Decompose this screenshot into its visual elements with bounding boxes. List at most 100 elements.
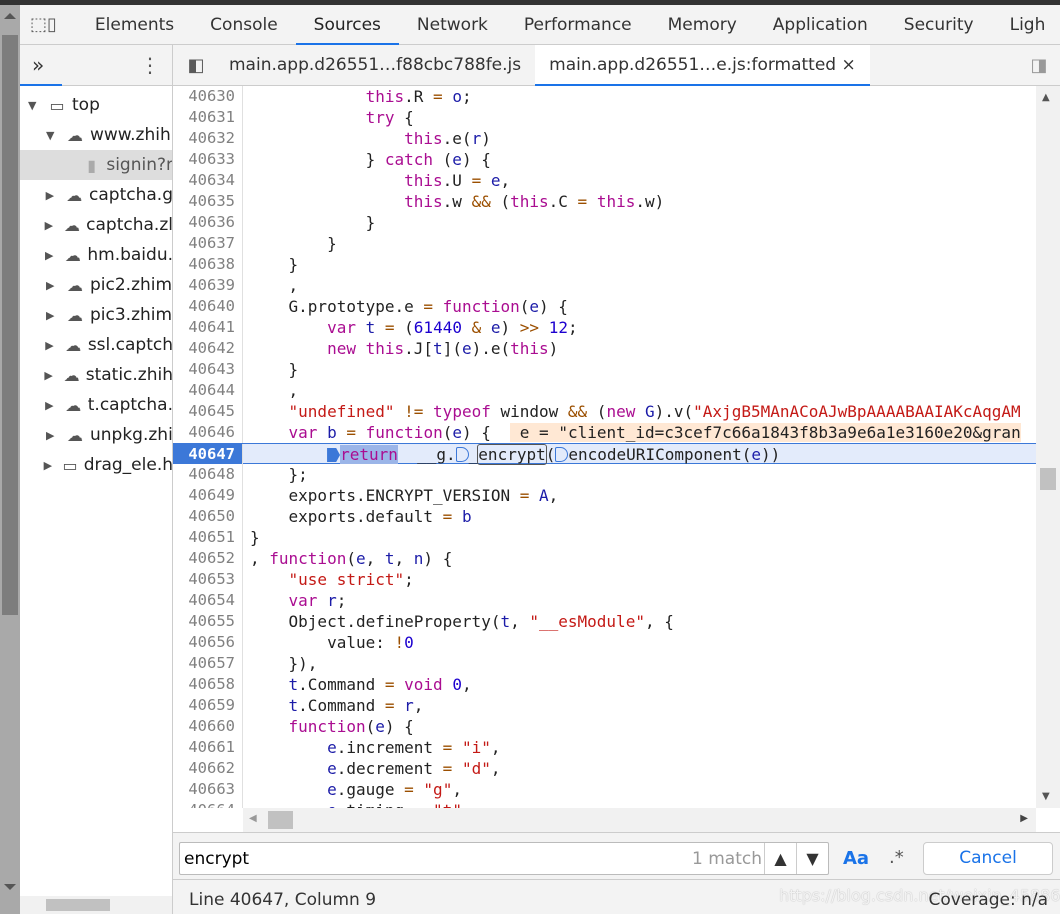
coverage-status[interactable]: Coverage: n/a bbox=[929, 890, 1049, 910]
line-number[interactable]: 40647 bbox=[173, 444, 243, 465]
line-number[interactable]: 40639 bbox=[173, 275, 243, 296]
tree-item[interactable]: ▮ signin?r bbox=[20, 150, 172, 180]
line-number[interactable]: 40640 bbox=[173, 296, 243, 317]
tree-item[interactable]: ▶ ▭ drag_ele.h bbox=[20, 450, 172, 480]
expand-arrow-icon[interactable]: ▶ bbox=[45, 219, 58, 232]
inline-breakpoint-icon[interactable] bbox=[455, 447, 469, 462]
tree-item[interactable]: ▶ ☁ pic3.zhim bbox=[20, 300, 172, 330]
line-number[interactable]: 40662 bbox=[173, 758, 243, 779]
scroll-down-icon[interactable] bbox=[4, 884, 16, 890]
line-number[interactable]: 40655 bbox=[173, 611, 243, 632]
tree-item[interactable]: ▶ ☁ t.captcha. bbox=[20, 390, 172, 420]
scroll-up-icon[interactable] bbox=[4, 13, 16, 19]
line-number[interactable]: 40631 bbox=[173, 107, 243, 128]
tab-performance[interactable]: Performance bbox=[506, 5, 650, 45]
tree-item[interactable]: ▶ ☁ hm.baidu. bbox=[20, 240, 172, 270]
tree-item[interactable]: ▶ ☁ captcha.zl bbox=[20, 210, 172, 240]
expand-arrow-icon[interactable]: ▶ bbox=[46, 429, 60, 442]
line-number[interactable]: 40652 bbox=[173, 548, 243, 569]
breakpoint-marker-icon[interactable] bbox=[327, 448, 341, 462]
expand-arrow-icon[interactable]: ▶ bbox=[46, 279, 60, 292]
tree-item[interactable]: ▶ ☁ pic2.zhim bbox=[20, 270, 172, 300]
line-number[interactable]: 40638 bbox=[173, 254, 243, 275]
tab-ligh[interactable]: Ligh bbox=[992, 5, 1060, 45]
expand-arrow-icon[interactable]: ▶ bbox=[44, 459, 57, 472]
line-number[interactable]: 40644 bbox=[173, 380, 243, 401]
scrollbar-thumb[interactable] bbox=[46, 899, 110, 911]
line-number[interactable]: 40646 bbox=[173, 422, 243, 443]
line-number[interactable]: 40664 bbox=[173, 800, 243, 808]
tree-item[interactable]: ▶ ☁ ssl.captch bbox=[20, 330, 172, 360]
line-number[interactable]: 40658 bbox=[173, 674, 243, 695]
scroll-right-icon[interactable]: ▶ bbox=[1020, 813, 1028, 824]
inline-breakpoint-icon[interactable] bbox=[555, 447, 569, 462]
expand-arrow-icon[interactable]: ▶ bbox=[46, 189, 60, 202]
scrollbar-thumb[interactable] bbox=[1040, 468, 1056, 490]
line-number[interactable]: 40657 bbox=[173, 653, 243, 674]
tree-item[interactable]: ▶ ☁ captcha.g bbox=[20, 180, 172, 210]
next-match-button[interactable]: ▼ bbox=[796, 843, 828, 874]
line-number[interactable]: 40648 bbox=[173, 464, 243, 485]
tab-sources[interactable]: Sources bbox=[295, 5, 399, 45]
navigator-horizontal-scrollbar[interactable] bbox=[20, 896, 172, 914]
page-scrollbar[interactable] bbox=[0, 5, 20, 914]
line-number[interactable]: 40654 bbox=[173, 590, 243, 611]
tree-item[interactable]: ▶ ☁ static.zhih bbox=[20, 360, 172, 390]
scrollbar-thumb[interactable] bbox=[2, 35, 18, 615]
match-case-button[interactable]: Aa bbox=[843, 848, 869, 869]
code-editor[interactable]: 40630 this.R = o; 40631 try {40632 this.e… bbox=[173, 86, 1036, 808]
more-options-icon[interactable]: ⋮ bbox=[140, 53, 160, 77]
tab-network[interactable]: Network bbox=[399, 5, 506, 45]
line-number[interactable]: 40641 bbox=[173, 317, 243, 338]
toggle-navigator-icon[interactable]: ◧ bbox=[181, 45, 211, 85]
line-number[interactable]: 40643 bbox=[173, 359, 243, 380]
scroll-left-icon[interactable]: ◀ bbox=[249, 813, 257, 824]
line-number[interactable]: 40660 bbox=[173, 716, 243, 737]
expand-arrow-icon[interactable]: ▶ bbox=[45, 399, 59, 412]
tab-security[interactable]: Security bbox=[886, 5, 992, 45]
expand-arrow-icon[interactable]: ▼ bbox=[28, 99, 42, 112]
more-tabs-icon[interactable]: » bbox=[32, 53, 44, 77]
line-number[interactable]: 40651 bbox=[173, 527, 243, 548]
device-toolbar-icon[interactable]: ▯ bbox=[47, 5, 57, 45]
expand-arrow-icon[interactable]: ▶ bbox=[46, 309, 60, 322]
expand-arrow-icon[interactable]: ▼ bbox=[46, 129, 60, 142]
close-tab-icon[interactable]: × bbox=[842, 55, 856, 75]
previous-match-button[interactable]: ▲ bbox=[764, 843, 796, 874]
line-number[interactable]: 40656 bbox=[173, 632, 243, 653]
line-number[interactable]: 40633 bbox=[173, 149, 243, 170]
line-number[interactable]: 40663 bbox=[173, 779, 243, 800]
tab-console[interactable]: Console bbox=[192, 5, 296, 45]
tree-item[interactable]: ▶ ☁ unpkg.zhi bbox=[20, 420, 172, 450]
tab-memory[interactable]: Memory bbox=[650, 5, 755, 45]
line-number[interactable]: 40637 bbox=[173, 233, 243, 254]
scrollbar-thumb[interactable] bbox=[268, 811, 293, 829]
tab-application[interactable]: Application bbox=[755, 5, 886, 45]
line-number[interactable]: 40650 bbox=[173, 506, 243, 527]
toggle-debugger-icon[interactable]: ◨ bbox=[1024, 45, 1054, 85]
line-number[interactable]: 40634 bbox=[173, 170, 243, 191]
line-number[interactable]: 40642 bbox=[173, 338, 243, 359]
line-number[interactable]: 40636 bbox=[173, 212, 243, 233]
editor-tab-formatted[interactable]: main.app.d26551…e.js:formatted × bbox=[535, 44, 870, 86]
code-horizontal-scrollbar[interactable]: ◀ ▶ bbox=[243, 808, 1036, 832]
line-number[interactable]: 40649 bbox=[173, 485, 243, 506]
line-number[interactable]: 40635 bbox=[173, 191, 243, 212]
scroll-up-icon[interactable]: ▲ bbox=[1042, 92, 1050, 103]
line-number[interactable]: 40645 bbox=[173, 401, 243, 422]
search-input[interactable] bbox=[184, 846, 684, 871]
editor-tab-js[interactable]: main.app.d26551…f88cbc788fe.js bbox=[215, 45, 535, 86]
regex-button[interactable]: .* bbox=[889, 847, 904, 868]
line-number[interactable]: 40632 bbox=[173, 128, 243, 149]
tree-item[interactable]: ▼ ▭ top bbox=[20, 90, 172, 120]
scroll-down-icon[interactable]: ▼ bbox=[1042, 791, 1050, 802]
tree-item[interactable]: ▼ ☁ www.zhih bbox=[20, 120, 172, 150]
expand-arrow-icon[interactable]: ▶ bbox=[45, 249, 58, 262]
expand-arrow-icon[interactable]: ▶ bbox=[45, 339, 59, 352]
line-number[interactable]: 40653 bbox=[173, 569, 243, 590]
tab-elements[interactable]: Elements bbox=[77, 5, 192, 45]
line-number[interactable]: 40661 bbox=[173, 737, 243, 758]
line-number[interactable]: 40630 bbox=[173, 86, 243, 107]
code-vertical-scrollbar[interactable]: ▲ ▼ bbox=[1036, 86, 1060, 808]
cancel-button[interactable]: Cancel bbox=[923, 842, 1053, 875]
